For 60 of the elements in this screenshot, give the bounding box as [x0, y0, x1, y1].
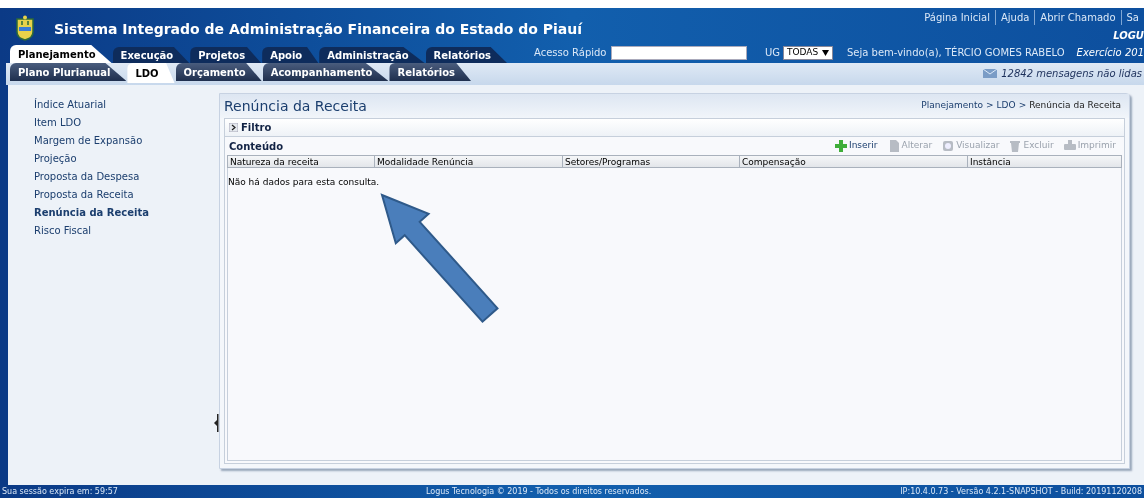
- welcome-text: Seja bem-vindo(a), TÉRCIO GOMES RABELO: [847, 45, 1065, 60]
- page-icon: [887, 140, 900, 152]
- chevron-icon: [229, 123, 238, 132]
- header-link[interactable]: Abrir Chamado: [1034, 10, 1121, 25]
- quick-access-field[interactable]: [611, 46, 747, 60]
- column-header[interactable]: Instância: [968, 156, 1121, 167]
- column-header[interactable]: Compensação: [740, 156, 968, 167]
- breadcrumb-link[interactable]: Planejamento: [921, 99, 984, 113]
- content-title: Conteúdo: [229, 139, 284, 154]
- sub-tab[interactable]: Acompanhamento: [262, 63, 389, 81]
- ug-select[interactable]: TODAS: [782, 46, 833, 60]
- sidebar-item[interactable]: Proposta da Despesa: [34, 169, 140, 184]
- column-header[interactable]: Natureza da receita: [228, 156, 375, 167]
- header-link[interactable]: Página Inicial: [919, 10, 995, 25]
- column-header[interactable]: Setores/Programas: [563, 156, 740, 167]
- filter-toggle[interactable]: Filtro: [229, 120, 272, 135]
- coat-of-arms-icon: [14, 15, 36, 41]
- header-link[interactable]: Ajuda: [994, 10, 1035, 25]
- sidebar-item[interactable]: Projeção: [34, 151, 77, 166]
- trash-icon: [1009, 140, 1022, 152]
- column-header[interactable]: Modalidade Renúncia: [375, 156, 563, 167]
- sidebar-item[interactable]: Item LDO: [34, 115, 82, 130]
- main-tab[interactable]: Projetos: [190, 47, 262, 63]
- main-tab[interactable]: Planejamento: [10, 45, 112, 63]
- caret-icon: [822, 50, 829, 56]
- sub-tab[interactable]: Relatórios: [389, 63, 471, 81]
- main-tab[interactable]: Apoio: [262, 47, 319, 63]
- session-timer: Sua sessão expira em: 59:57: [2, 485, 118, 498]
- envelope-icon: [983, 69, 998, 78]
- sidebar-item[interactable]: Índice Atuarial: [34, 97, 107, 112]
- brand-logo: LOGU: [1113, 29, 1144, 43]
- sub-tab[interactable]: Orçamento: [175, 63, 262, 81]
- sidebar-item[interactable]: Risco Fiscal: [34, 223, 92, 238]
- empty-message: Não há dados para esta consulta.: [228, 177, 380, 187]
- header-link[interactable]: Sa: [1120, 10, 1144, 25]
- sidebar-item[interactable]: Margem de Expansão: [34, 133, 143, 148]
- page-title: Renúncia da Receita: [224, 96, 367, 116]
- exercise-year: Exercício 201: [1076, 46, 1144, 60]
- main-tab[interactable]: Execução: [112, 47, 190, 63]
- sub-tab[interactable]: Plano Plurianual: [10, 63, 127, 81]
- magnifier-icon: [942, 140, 955, 152]
- main-tab[interactable]: Relatórios: [425, 47, 507, 63]
- build-info: IP:10.4.0.73 - Versão 4.2.1-SNAPSHOT - Build: 20191120208: [900, 485, 1142, 498]
- toolbar-button[interactable]: Inserir: [835, 139, 878, 153]
- breadcrumb-current: Renúncia da Receita: [1029, 99, 1121, 113]
- copyright-text: Logus Tecnologia © 2019 - Todos os direitos reservados.: [425, 485, 652, 498]
- breadcrumb-separator: >: [1018, 99, 1027, 113]
- printer-icon: [1063, 140, 1076, 152]
- sidebar-item[interactable]: Proposta da Receita: [34, 187, 134, 202]
- ug-label: UG: [764, 46, 780, 60]
- quick-access-label: Acesso Rápido: [534, 46, 607, 60]
- breadcrumb-link[interactable]: LDO: [996, 99, 1016, 113]
- sub-tab[interactable]: LDO: [127, 63, 175, 83]
- sidebar-item[interactable]: Renúncia da Receita: [34, 205, 149, 220]
- main-tab[interactable]: Administração: [319, 47, 425, 63]
- plus-icon: [835, 140, 847, 152]
- unread-messages[interactable]: 12842 mensagens não lidas: [1001, 66, 1142, 81]
- breadcrumb-separator: >: [986, 99, 994, 113]
- collapse-handle-icon: [214, 414, 219, 432]
- system-title: Sistema Integrado de Administração Financeira do Estado do Piauí: [54, 20, 582, 39]
